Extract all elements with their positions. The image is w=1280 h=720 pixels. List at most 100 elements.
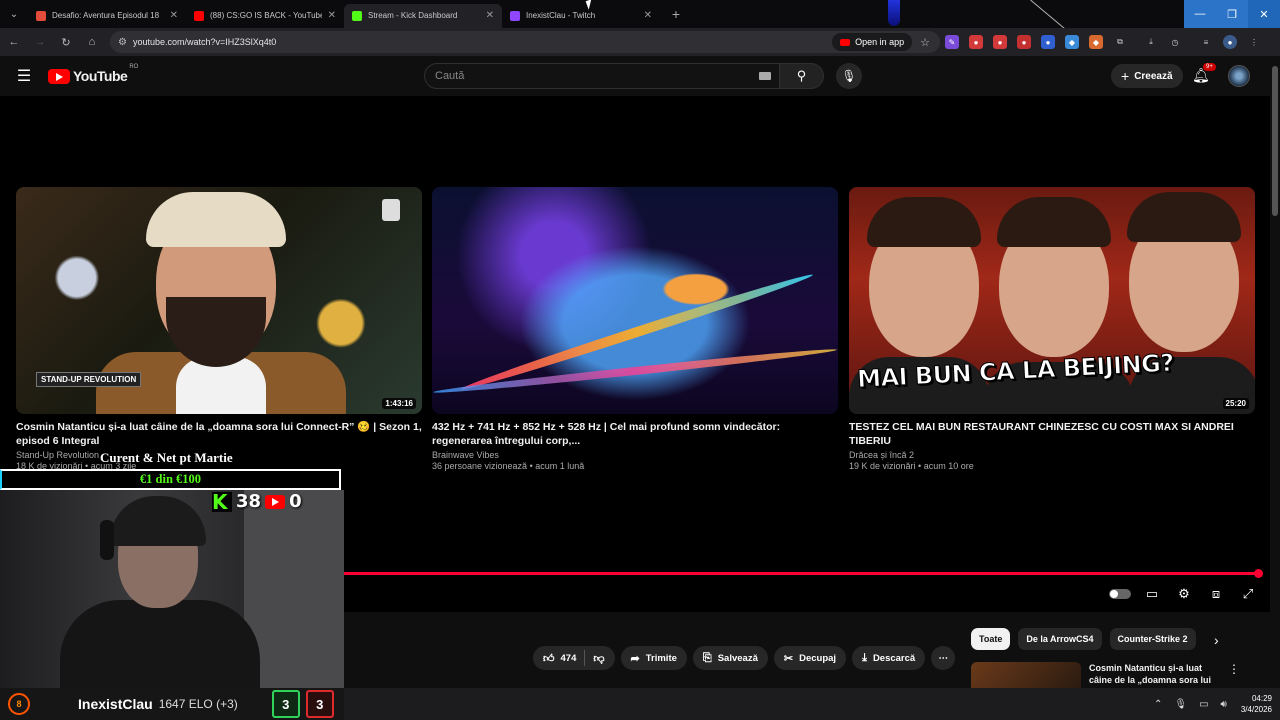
more-horizontal-icon: ⋯: [938, 652, 948, 664]
extension-icon[interactable]: ●: [1017, 35, 1031, 49]
video-thumbnail[interactable]: STAND-UP REVOLUTION 1:43:16: [16, 187, 422, 414]
clip-button[interactable]: ✂ Decupaj: [773, 646, 847, 670]
bookmark-star-icon[interactable]: ☆: [920, 36, 930, 49]
scrollbar-thumb[interactable]: [1272, 66, 1278, 216]
youtube-play-icon: [48, 68, 70, 84]
history-icon[interactable]: ◷: [1168, 35, 1182, 49]
tab-search-chevron-icon[interactable]: ⌄: [0, 0, 28, 28]
extension-icon[interactable]: ◆: [1065, 35, 1079, 49]
recommended-thumbnail[interactable]: [971, 662, 1081, 690]
window-controls: — ❐ ✕: [1184, 0, 1280, 28]
subtitles-icon[interactable]: ▭: [1140, 584, 1164, 604]
extensions-puzzle-icon[interactable]: ⧉: [1113, 35, 1127, 49]
share-button[interactable]: ➦ Trimite: [620, 646, 687, 670]
tab-close-icon[interactable]: ✕: [170, 10, 178, 21]
fullscreen-icon[interactable]: ⤢: [1236, 584, 1260, 604]
viewer-counts: K 38 0: [212, 491, 306, 512]
wins-count: 3: [271, 690, 300, 718]
download-icon[interactable]: ⤓: [1144, 35, 1158, 49]
home-icon[interactable]: ⌂: [80, 30, 104, 54]
youtube-header: ☰ YouTube RO ⚲ 🎙︎ + Creează 🔔︎ 9+: [0, 56, 1270, 96]
search-button[interactable]: ⚲: [780, 63, 824, 89]
search-box[interactable]: [424, 63, 780, 89]
video-meta: 36 persoane vizionează • acum 1 lună: [432, 461, 585, 471]
video-duration: 25:20: [1222, 398, 1249, 409]
video-title[interactable]: TESTEZ CEL MAI BUN RESTAURANT CHINEZESC …: [849, 420, 1255, 448]
video-card[interactable]: STAND-UP REVOLUTION 1:43:16 Cosmin Natan…: [16, 187, 422, 471]
create-button[interactable]: + Creează: [1111, 64, 1183, 88]
keyboard-icon[interactable]: [759, 72, 771, 80]
extension-pen-icon[interactable]: ✎: [945, 35, 959, 49]
like-count[interactable]: 474: [561, 653, 577, 664]
close-window-icon[interactable]: ✕: [1248, 0, 1280, 28]
download-button[interactable]: ⤓ Descarcă: [852, 646, 926, 670]
youtube-icon: [840, 38, 851, 46]
tab-close-icon[interactable]: ✕: [328, 10, 336, 21]
browser-tab-1[interactable]: Desafio: Aventura Episodul 18 ✕: [28, 4, 186, 28]
reload-icon[interactable]: ↻: [54, 30, 78, 54]
more-actions-button[interactable]: ⋯: [931, 646, 956, 670]
tab-close-icon[interactable]: ✕: [486, 10, 494, 21]
save-label: Salvează: [717, 652, 758, 664]
forward-arrow-icon[interactable]: →: [28, 30, 52, 54]
browser-tab-3[interactable]: Stream - Kick Dashboard ✕: [344, 3, 502, 28]
share-arrow-icon: ➦: [630, 652, 640, 665]
thumbs-down-icon[interactable]: 👎︎: [593, 652, 604, 665]
network-icon[interactable]: ▭: [1199, 699, 1208, 710]
channel-name[interactable]: Drăcea și încă 2: [849, 450, 1255, 460]
thumbs-up-icon[interactable]: 👍︎: [543, 652, 555, 665]
restore-icon[interactable]: ❐: [1216, 0, 1248, 28]
back-arrow-icon[interactable]: ←: [2, 30, 26, 54]
microphone-icon[interactable]: 🎙︎: [1174, 699, 1187, 710]
voice-search-button[interactable]: 🎙︎: [836, 63, 862, 89]
video-title[interactable]: 432 Hz + 741 Hz + 852 Hz + 528 Hz | Cel …: [432, 420, 838, 448]
settings-gear-icon[interactable]: ⚙: [1172, 584, 1196, 604]
new-tab-plus-icon[interactable]: +: [666, 6, 686, 22]
extension-icon[interactable]: ●: [1041, 35, 1055, 49]
kick-logo-icon: K: [212, 491, 232, 512]
video-actions: 👍︎ 474 👎︎ ➦ Trimite ⎘ Salvează ✂ Decupaj…: [533, 646, 961, 670]
extension-icon[interactable]: ●: [993, 35, 1007, 49]
video-card[interactable]: MAI BUN CA LA BEIJING? 25:20 TESTEZ CEL …: [849, 187, 1255, 471]
minimize-icon[interactable]: —: [1184, 0, 1216, 28]
video-progress-bar[interactable]: [344, 572, 1260, 575]
chip-topic[interactable]: Counter-Strike 2: [1109, 628, 1196, 650]
tab-list-icon[interactable]: ≡: [1199, 35, 1213, 49]
tab-close-icon[interactable]: ✕: [644, 10, 652, 21]
save-button[interactable]: ⎘ Salvează: [692, 646, 768, 670]
video-title[interactable]: Cosmin Natanticu și-a luat câine de la „…: [16, 420, 422, 448]
open-in-app-button[interactable]: Open in app: [832, 33, 913, 51]
chip-from-channel[interactable]: De la ArrowCS4: [1018, 628, 1102, 650]
url-text[interactable]: youtube.com/watch?v=IHZ3SlXq4t0: [133, 37, 832, 47]
page-scrollbar[interactable]: [1270, 56, 1280, 688]
chip-all[interactable]: Toate: [971, 628, 1011, 650]
extension-icon[interactable]: ◆: [1089, 35, 1103, 49]
video-thumbnail[interactable]: [432, 187, 838, 414]
extension-icon[interactable]: ●: [969, 35, 983, 49]
share-label: Trimite: [645, 652, 677, 664]
chevron-up-icon[interactable]: ⌃: [1154, 699, 1162, 710]
browser-menu-icon[interactable]: ⋮: [1247, 35, 1261, 49]
progress-scrubber[interactable]: [1254, 569, 1263, 578]
channel-name[interactable]: Brainwave Vibes: [432, 450, 838, 460]
miniplayer-icon[interactable]: ⧈: [1204, 584, 1228, 604]
youtube-logo[interactable]: YouTube RO: [48, 64, 138, 84]
hamburger-menu-icon[interactable]: ☰: [0, 66, 48, 86]
search-input[interactable]: [435, 70, 759, 82]
more-vertical-icon[interactable]: ⋮: [1228, 662, 1240, 676]
video-thumbnail[interactable]: MAI BUN CA LA BEIJING? 25:20: [849, 187, 1255, 414]
address-bar[interactable]: ⚙ youtube.com/watch?v=IHZ3SlXq4t0 Open i…: [110, 31, 940, 53]
faceit-level-badge: 8: [8, 693, 30, 715]
taskbar-clock[interactable]: 04:29 3/4/2026: [1241, 693, 1272, 715]
browser-tab-2[interactable]: (88) CS:GO IS BACK - YouTube ✕: [186, 4, 344, 28]
video-card[interactable]: 432 Hz + 741 Hz + 852 Hz + 528 Hz | Cel …: [432, 187, 838, 471]
autoplay-toggle[interactable]: [1108, 584, 1132, 604]
profile-icon[interactable]: ●: [1223, 35, 1237, 49]
chevron-right-icon[interactable]: ›: [1214, 632, 1219, 648]
volume-icon[interactable]: 🔊︎: [1221, 699, 1227, 710]
browser-tab-4[interactable]: InexistClau - Twitch ✕: [502, 4, 660, 28]
webcam-art: [110, 496, 206, 546]
system-tray: ⌃ 🎙︎ ▭ 🔊︎ 04:29 3/4/2026: [1142, 688, 1272, 720]
avatar[interactable]: [1228, 65, 1250, 87]
site-info-icon[interactable]: ⚙: [118, 37, 127, 48]
